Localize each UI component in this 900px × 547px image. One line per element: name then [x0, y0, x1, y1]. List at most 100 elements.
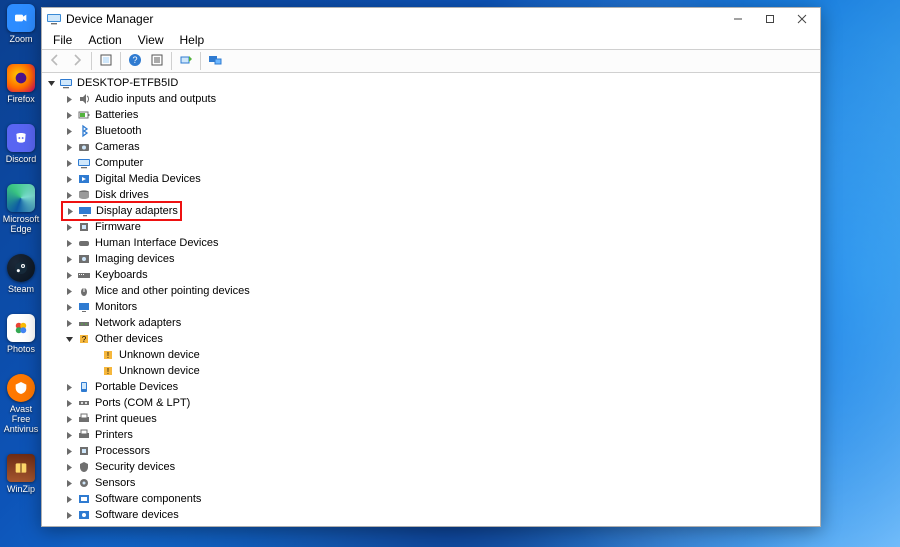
- discord-icon: [7, 124, 35, 152]
- network-icon: [76, 315, 92, 331]
- toolbar-devices-button[interactable]: [204, 51, 226, 71]
- expand-toggle-icon: [64, 174, 75, 185]
- tree-item-batteries[interactable]: Batteries: [42, 107, 820, 123]
- portable-icon: [76, 379, 92, 395]
- tree-item-label: Digital Media Devices: [95, 171, 201, 187]
- tree-item-unknown-device[interactable]: !Unknown device: [42, 347, 820, 363]
- menu-file[interactable]: File: [46, 31, 79, 49]
- menu-bar: FileActionViewHelp: [42, 30, 820, 49]
- tree-item-desktop-etfb5id[interactable]: DESKTOP-ETFB5ID: [42, 75, 820, 91]
- tree-item-label: Unknown device: [119, 363, 200, 379]
- menu-view[interactable]: View: [131, 31, 171, 49]
- computer-icon: [58, 75, 74, 91]
- battery-icon: [76, 107, 92, 123]
- expand-toggle-icon[interactable]: [64, 334, 75, 345]
- forward-icon: [70, 53, 84, 70]
- desktop-icon-edge[interactable]: Microsoft Edge: [4, 184, 38, 234]
- sensor-icon: [76, 475, 92, 491]
- maximize-button[interactable]: [754, 8, 786, 30]
- tree-item-monitors[interactable]: Monitors: [42, 299, 820, 315]
- tree-item-label: Software devices: [95, 507, 179, 523]
- expand-toggle-icon: [64, 94, 75, 105]
- desktop-icon-label: Avast Free Antivirus: [4, 404, 39, 434]
- tree-item-software-components[interactable]: Software components: [42, 491, 820, 507]
- tree-item-label: Printers: [95, 427, 133, 443]
- toolbar-help-button[interactable]: ?: [124, 51, 146, 71]
- swdev-icon: [76, 507, 92, 523]
- tree-item-label: Unknown device: [119, 347, 200, 363]
- toolbar-show-hidden-button[interactable]: [95, 51, 117, 71]
- close-button[interactable]: [786, 8, 818, 30]
- tree-item-bluetooth[interactable]: Bluetooth: [42, 123, 820, 139]
- desktop-icon-winzip[interactable]: WinZip: [4, 454, 38, 494]
- toolbar-properties-button[interactable]: [146, 51, 168, 71]
- tree-item-digital-media-devices[interactable]: Digital Media Devices: [42, 171, 820, 187]
- menu-action[interactable]: Action: [81, 31, 128, 49]
- expand-toggle-icon: [64, 222, 75, 233]
- expand-toggle-icon[interactable]: [46, 78, 57, 89]
- expand-toggle-icon: [64, 510, 75, 521]
- expand-toggle-icon: [64, 190, 75, 201]
- scan-icon: [179, 53, 193, 70]
- desktop-icon-zoom[interactable]: Zoom: [4, 4, 38, 44]
- tree-item-other-devices[interactable]: ? Other devices: [42, 331, 820, 347]
- edge-icon: [7, 184, 35, 212]
- desktop-icon-label: Discord: [6, 154, 37, 164]
- tree-item-display-adapters[interactable]: Display adapters: [42, 203, 820, 219]
- desktop-icon-firefox[interactable]: Firefox: [4, 64, 38, 104]
- tree-item-label: Firmware: [95, 219, 141, 235]
- tree-item-firmware[interactable]: Firmware: [42, 219, 820, 235]
- menu-help[interactable]: Help: [173, 31, 212, 49]
- tree-item-software-devices[interactable]: Software devices: [42, 507, 820, 523]
- tree-item-label: Imaging devices: [95, 251, 175, 267]
- tree-item-human-interface-devices[interactable]: Human Interface Devices: [42, 235, 820, 251]
- toolbar: ?: [42, 49, 820, 73]
- expand-toggle-icon: [64, 318, 75, 329]
- desktop-icon-avast[interactable]: Avast Free Antivirus: [4, 374, 38, 434]
- security-icon: [76, 459, 92, 475]
- svg-text:?: ?: [132, 55, 137, 65]
- expand-toggle-icon: [64, 254, 75, 265]
- audio-icon: [76, 91, 92, 107]
- printer-icon: [76, 427, 92, 443]
- tree-item-portable-devices[interactable]: Portable Devices: [42, 379, 820, 395]
- tree-item-label: DESKTOP-ETFB5ID: [77, 75, 178, 91]
- tree-item-sensors[interactable]: Sensors: [42, 475, 820, 491]
- expand-toggle-icon: [64, 302, 75, 313]
- printq-icon: [76, 411, 92, 427]
- tree-item-label: Other devices: [95, 331, 163, 347]
- tree-item-network-adapters[interactable]: Network adapters: [42, 315, 820, 331]
- tree-item-label: Processors: [95, 443, 150, 459]
- tree-item-label: Software components: [95, 491, 201, 507]
- media-icon: [76, 171, 92, 187]
- tree-item-audio-inputs-and-outputs[interactable]: Audio inputs and outputs: [42, 91, 820, 107]
- zoom-icon: [7, 4, 35, 32]
- tree-item-label: Sound, video and game controllers: [95, 523, 265, 526]
- tree-item-print-queues[interactable]: Print queues: [42, 411, 820, 427]
- tree-item-computer[interactable]: Computer: [42, 155, 820, 171]
- tree-item-unknown-device[interactable]: !Unknown device: [42, 363, 820, 379]
- device-tree[interactable]: DESKTOP-ETFB5IDAudio inputs and outputsB…: [42, 73, 820, 526]
- devices-icon: [208, 53, 222, 70]
- tree-item-keyboards[interactable]: Keyboards: [42, 267, 820, 283]
- titlebar[interactable]: Device Manager: [42, 8, 820, 30]
- photos-icon: [7, 314, 35, 342]
- toolbar-scan-button[interactable]: [175, 51, 197, 71]
- tree-item-sound-video-and-game-controllers[interactable]: Sound, video and game controllers: [42, 523, 820, 526]
- tree-item-printers[interactable]: Printers: [42, 427, 820, 443]
- app-icon: [46, 11, 62, 27]
- tree-item-label: Mice and other pointing devices: [95, 283, 250, 299]
- desktop-icon-steam[interactable]: Steam: [4, 254, 38, 294]
- tree-item-ports-com-lpt[interactable]: Ports (COM & LPT): [42, 395, 820, 411]
- desktop-icon-photos[interactable]: Photos: [4, 314, 38, 354]
- tree-item-processors[interactable]: Processors: [42, 443, 820, 459]
- tree-item-label: Cameras: [95, 139, 140, 155]
- expand-toggle-icon: [64, 430, 75, 441]
- tree-item-mice-and-other-pointing-devices[interactable]: Mice and other pointing devices: [42, 283, 820, 299]
- desktop-icon-discord[interactable]: Discord: [4, 124, 38, 164]
- tree-item-cameras[interactable]: Cameras: [42, 139, 820, 155]
- tree-item-imaging-devices[interactable]: Imaging devices: [42, 251, 820, 267]
- tree-item-security-devices[interactable]: Security devices: [42, 459, 820, 475]
- svg-text:?: ?: [82, 335, 87, 344]
- minimize-button[interactable]: [722, 8, 754, 30]
